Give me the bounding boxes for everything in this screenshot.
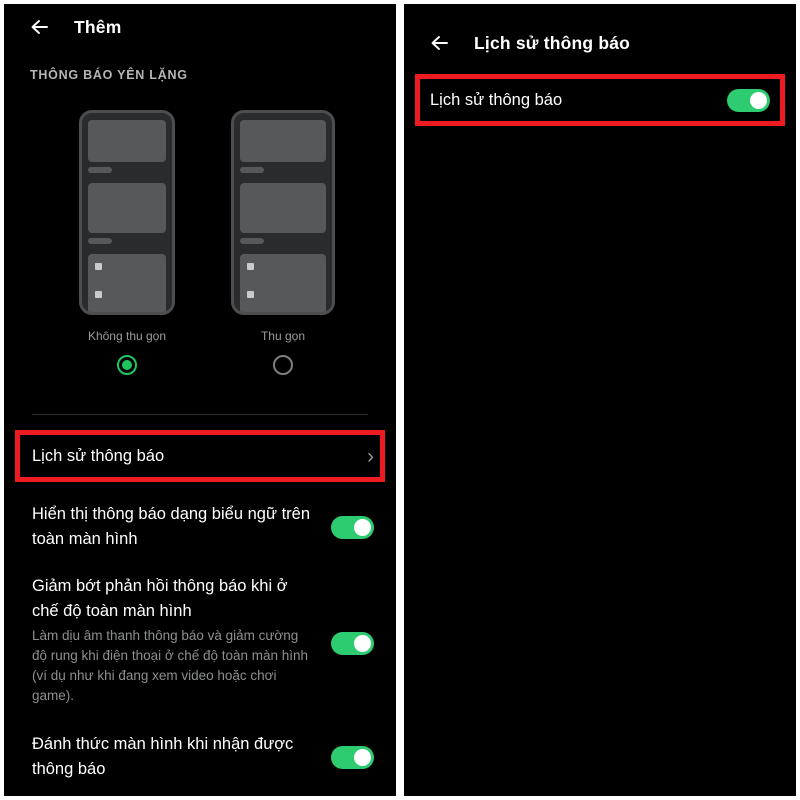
toggle-knob	[354, 518, 371, 536]
row-title: Hiển thị thông báo dạng biểu ngữ trên to…	[32, 505, 311, 548]
list-item-notification-history-toggle[interactable]: Lịch sử thông báo	[404, 74, 796, 126]
screenshot-root: Thêm THÔNG BÁO YÊN LẶNG Không thu gọn Th…	[0, 0, 800, 800]
toggle-reduce-feedback[interactable]	[331, 632, 374, 655]
list-item-fullscreen-banner[interactable]: Hiển thị thông báo dạng biểu ngữ trên to…	[4, 502, 396, 552]
preview-label: Thu gọn	[260, 329, 306, 343]
notification-history-list: Lịch sử thông báo	[404, 74, 796, 796]
section-header-silent-notifications: THÔNG BÁO YÊN LẶNG	[30, 68, 188, 82]
row-title: Đánh thức màn hình khi nhận được thông b…	[32, 735, 294, 778]
toggle-knob	[750, 91, 767, 109]
back-arrow-icon[interactable]	[26, 12, 56, 42]
phone-mockup-icon	[79, 110, 175, 315]
toggle-knob	[354, 635, 371, 652]
mock-square-icon	[95, 291, 102, 298]
mock-card	[88, 183, 166, 233]
mock-card	[240, 120, 326, 162]
row-title: Lịch sử thông báo	[32, 446, 165, 465]
toggle-wake-screen[interactable]	[331, 745, 374, 769]
mock-square-icon	[95, 263, 102, 270]
row-control	[328, 745, 374, 769]
settings-list: Lịch sử thông báo › Hiển thị thông báo d…	[4, 430, 396, 796]
mock-square-icon	[247, 263, 254, 270]
list-divider	[32, 414, 368, 415]
toggle-notification-history[interactable]	[727, 88, 770, 112]
mock-card	[240, 183, 326, 233]
row-control: ›	[328, 446, 374, 467]
row-title: Giảm bớt phản hồi thông báo khi ở chế độ…	[32, 577, 288, 620]
row-control	[328, 632, 374, 655]
mock-pill	[88, 238, 112, 244]
list-item-notification-history[interactable]: Lịch sử thông báo ›	[4, 430, 396, 482]
row-text: Đánh thức màn hình khi nhận được thông b…	[32, 732, 328, 782]
right-page-title: Lịch sử thông báo	[474, 32, 631, 53]
mock-pill	[240, 167, 264, 173]
right-phone-screen: Lịch sử thông báo Lịch sử thông báo	[404, 4, 796, 796]
phone-mockup-icon	[231, 110, 335, 315]
preview-option-expanded[interactable]: Không thu gọn	[64, 110, 190, 375]
radio-expanded[interactable]	[117, 355, 137, 375]
mock-pill	[88, 167, 112, 173]
toggle-fullscreen-banner[interactable]	[331, 515, 374, 539]
preview-option-collapsed[interactable]: Thu gọn	[220, 110, 346, 375]
row-description: Làm dịu âm thanh thông báo và giảm cường…	[32, 628, 309, 703]
back-arrow-icon[interactable]	[426, 28, 456, 58]
radio-collapsed[interactable]	[273, 355, 293, 375]
mock-square-icon	[247, 291, 254, 298]
list-item-wake-screen[interactable]: Đánh thức màn hình khi nhận được thông b…	[4, 732, 396, 782]
left-phone-screen: Thêm THÔNG BÁO YÊN LẶNG Không thu gọn Th…	[4, 4, 396, 796]
row-text: Giảm bớt phản hồi thông báo khi ở chế độ…	[32, 574, 328, 706]
row-control	[328, 515, 374, 539]
chevron-right-icon[interactable]: ›	[367, 446, 374, 467]
preview-label: Không thu gọn	[87, 329, 167, 343]
row-text: Hiển thị thông báo dạng biểu ngữ trên to…	[32, 502, 328, 552]
row-text: Lịch sử thông báo	[430, 88, 724, 113]
toggle-knob	[354, 748, 371, 766]
row-control	[724, 88, 770, 112]
list-item-reduce-feedback[interactable]: Giảm bớt phản hồi thông báo khi ở chế độ…	[4, 574, 396, 706]
left-appbar: Thêm	[4, 4, 396, 50]
mock-card	[240, 254, 326, 312]
row-text: Lịch sử thông báo	[32, 444, 328, 469]
notification-style-previews: Không thu gọn Thu gọn	[4, 110, 396, 380]
left-page-title: Thêm	[74, 16, 122, 37]
mock-card	[88, 120, 166, 162]
mock-pill	[240, 238, 264, 244]
row-title: Lịch sử thông báo	[430, 90, 563, 109]
mock-card	[88, 254, 166, 312]
right-appbar: Lịch sử thông báo	[404, 20, 796, 66]
